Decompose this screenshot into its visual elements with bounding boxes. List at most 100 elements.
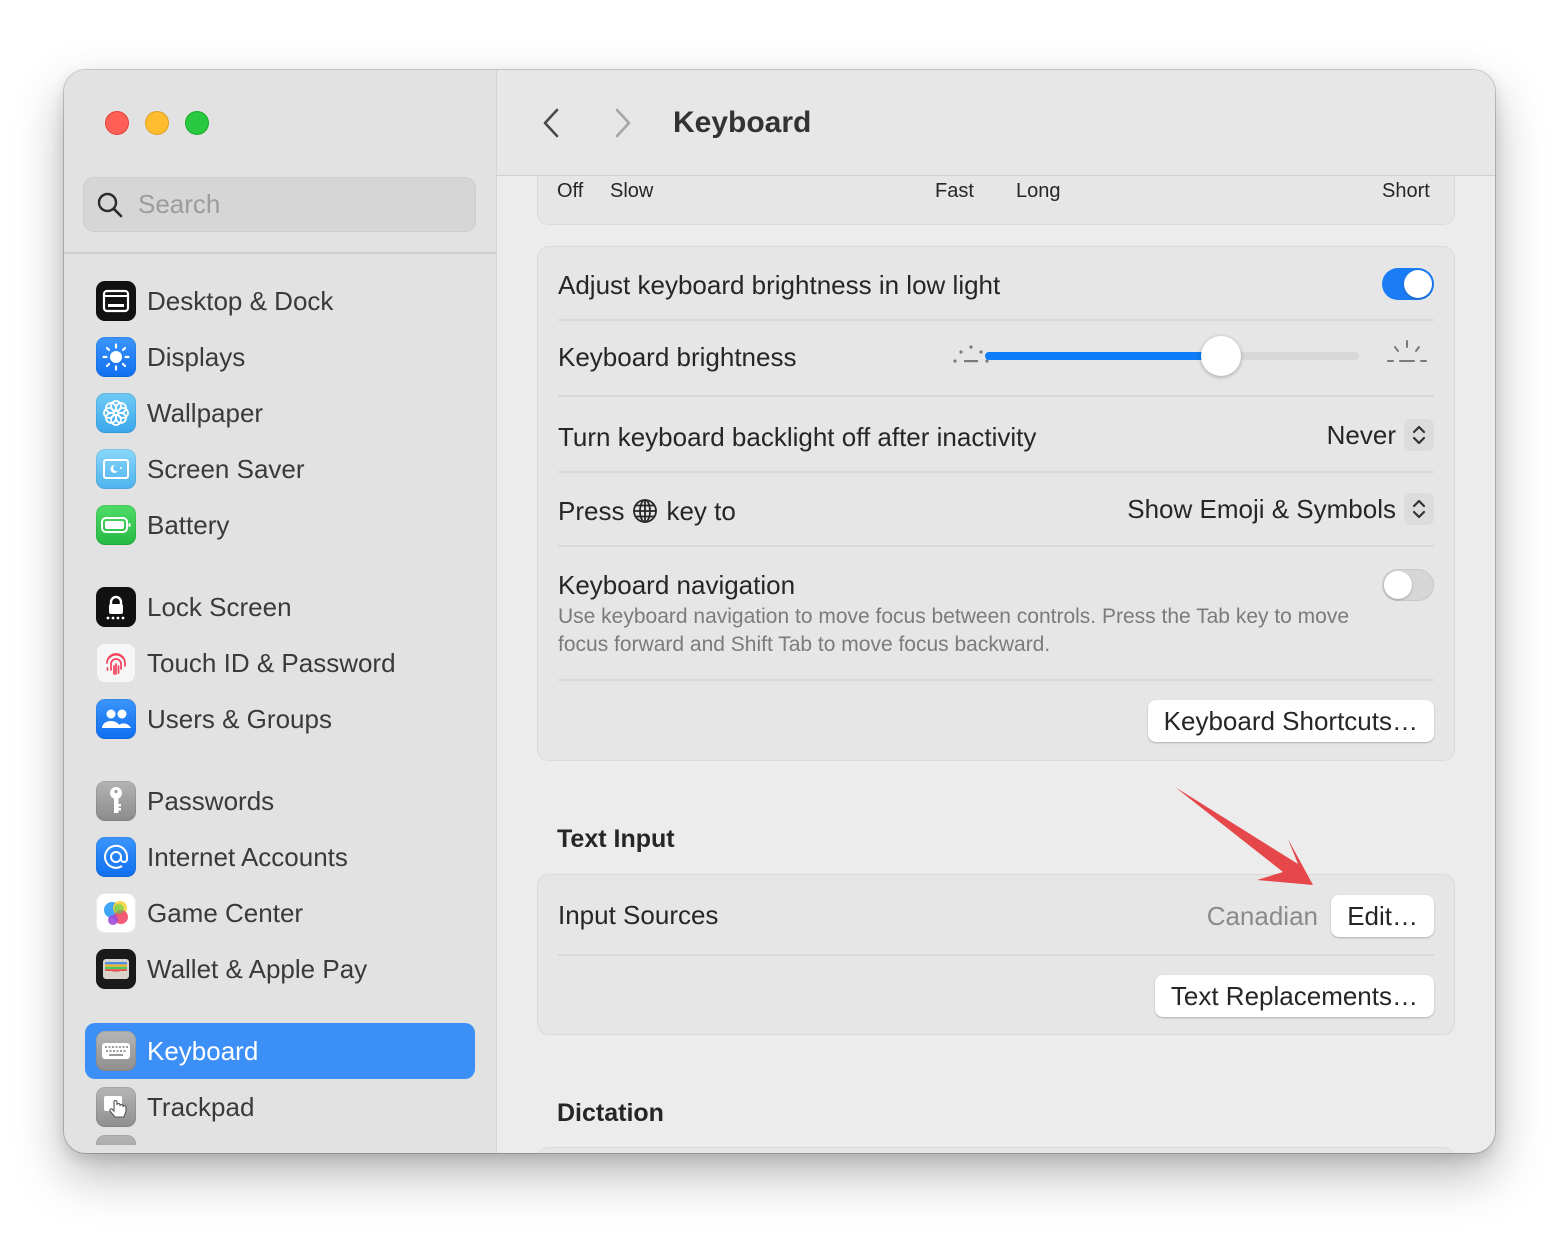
brightness-high-icon bbox=[1387, 340, 1427, 362]
page-title: Keyboard bbox=[673, 105, 812, 139]
brightness-track bbox=[985, 336, 1359, 376]
sidebar-nav: Desktop & Dock Displays Wallpaper Screen… bbox=[85, 273, 475, 1145]
keyboard-navigation-toggle[interactable] bbox=[1382, 569, 1434, 601]
dictation-card bbox=[537, 1147, 1455, 1153]
row-divider bbox=[558, 471, 1434, 473]
sidebar-item-desktop-dock[interactable]: Desktop & Dock bbox=[85, 273, 475, 329]
sidebar-divider bbox=[64, 252, 496, 254]
users-icon bbox=[96, 699, 136, 739]
sidebar-item-label: Internet Accounts bbox=[147, 841, 348, 872]
row-divider bbox=[558, 545, 1434, 547]
globe-key-action-value: Show Emoji & Symbols bbox=[1127, 493, 1396, 524]
sidebar-item-label: Keyboard bbox=[147, 1035, 259, 1066]
system-settings-window: Desktop & Dock Displays Wallpaper Screen… bbox=[64, 70, 1495, 1153]
sidebar-item-label: Passwords bbox=[147, 785, 275, 816]
sidebar-item-passwords[interactable]: Passwords bbox=[85, 773, 475, 829]
sidebar-item-label: Screen Saver bbox=[147, 453, 305, 484]
globe-key-action-popup[interactable]: Show Emoji & Symbols bbox=[1127, 493, 1434, 525]
keyboard-settings-card: Adjust keyboard brightness in low light … bbox=[537, 246, 1455, 761]
input-sources-edit-button[interactable]: Edit… bbox=[1331, 895, 1434, 937]
search-field[interactable] bbox=[83, 177, 476, 232]
dictation-section-title: Dictation bbox=[557, 1099, 664, 1127]
settings-content: Off Slow Fast Long Short Adjust keyboard… bbox=[497, 70, 1495, 1153]
chevron-left-icon bbox=[543, 108, 559, 137]
input-sources-value: Canadian bbox=[1206, 901, 1318, 931]
keyboard-shortcuts-button[interactable]: Keyboard Shortcuts… bbox=[1147, 700, 1434, 742]
desktop-dock-icon bbox=[96, 281, 136, 321]
close-button[interactable] bbox=[105, 111, 129, 135]
game-center-icon bbox=[96, 893, 136, 933]
brightness-fill bbox=[985, 352, 1221, 360]
annotation-arrow-icon bbox=[1175, 787, 1313, 885]
brightness-thumb[interactable] bbox=[1200, 336, 1241, 376]
key-repeat-min-label: Off bbox=[557, 180, 584, 202]
sidebar-item-label: Game Center bbox=[147, 897, 304, 928]
sidebar-item-game-center[interactable]: Game Center bbox=[85, 885, 475, 941]
sidebar-item-internet-accounts[interactable]: Internet Accounts bbox=[85, 829, 475, 885]
minimize-button[interactable] bbox=[145, 111, 169, 135]
wallet-icon bbox=[96, 949, 136, 989]
sidebar-item-screen-saver[interactable]: Screen Saver bbox=[85, 441, 475, 497]
up-down-chevron-icon bbox=[1404, 419, 1434, 451]
text-input-section-title: Text Input bbox=[557, 825, 675, 853]
row-divider bbox=[558, 679, 1434, 681]
lock-icon bbox=[96, 587, 136, 627]
keyboard-navigation-description: Use keyboard navigation to move focus be… bbox=[558, 605, 1350, 656]
forward-button[interactable] bbox=[605, 103, 641, 143]
sidebar-item-label: Displays bbox=[147, 341, 246, 372]
sidebar-item-label: Lock Screen bbox=[147, 591, 292, 622]
backlight-off-value: Never bbox=[1326, 419, 1396, 450]
at-sign-icon bbox=[96, 837, 136, 877]
main-pane: Keyboard Off Slow Fast Long Short Adjust… bbox=[497, 70, 1495, 1153]
sidebar-item-displays[interactable]: Displays bbox=[85, 329, 475, 385]
sidebar-item-label: Desktop & Dock bbox=[147, 285, 334, 316]
sidebar-item-battery[interactable]: Battery bbox=[85, 497, 475, 553]
backlight-off-popup[interactable]: Never bbox=[1327, 419, 1434, 451]
text-input-card: Input Sources Canadian Edit… Text Replac… bbox=[537, 874, 1455, 1035]
sidebar-item-trackpad[interactable]: Trackpad bbox=[85, 1079, 475, 1135]
sidebar-item-wallpaper[interactable]: Wallpaper bbox=[85, 385, 475, 441]
keyboard-icon bbox=[96, 1031, 136, 1071]
key-repeat-slow-label: Slow bbox=[610, 180, 654, 202]
input-sources-label: Input Sources bbox=[558, 899, 719, 930]
battery-icon bbox=[96, 505, 136, 545]
sidebar-item-label: Touch ID & Password bbox=[147, 647, 396, 678]
sidebar-item-keyboard[interactable]: Keyboard bbox=[85, 1023, 475, 1079]
sidebar-item-label: Users & Groups bbox=[147, 703, 332, 734]
search-input[interactable] bbox=[138, 189, 458, 220]
sidebar-item-wallet[interactable]: Wallet & Apple Pay bbox=[85, 941, 475, 997]
window-controls bbox=[105, 111, 209, 135]
key-icon bbox=[96, 781, 136, 821]
zoom-button[interactable] bbox=[185, 111, 209, 135]
row-divider bbox=[558, 954, 1434, 956]
sidebar-item-label: Battery bbox=[147, 509, 230, 540]
toolbar: Keyboard bbox=[497, 70, 1495, 176]
backlight-off-row: Turn keyboard backlight off after inacti… bbox=[558, 417, 1434, 457]
adjust-brightness-toggle[interactable] bbox=[1382, 268, 1434, 300]
repeat-delay-short-label: Short bbox=[1382, 180, 1430, 202]
fingerprint-icon bbox=[96, 643, 136, 683]
sidebar-item-label: Wallet & Apple Pay bbox=[147, 953, 368, 984]
text-replacements-button[interactable]: Text Replacements… bbox=[1154, 975, 1434, 1017]
partial-icon bbox=[96, 1135, 136, 1145]
sidebar-item-partial bbox=[85, 1135, 475, 1145]
sidebar-item-touch-id[interactable]: Touch ID & Password bbox=[85, 635, 475, 691]
row-divider bbox=[558, 395, 1434, 397]
keyboard-brightness-label: Keyboard brightness bbox=[558, 341, 797, 372]
sidebar-item-lock-screen[interactable]: Lock Screen bbox=[85, 579, 475, 635]
flower-icon bbox=[96, 393, 136, 433]
sidebar: Desktop & Dock Displays Wallpaper Screen… bbox=[64, 70, 497, 1153]
press-key-label-prefix: Press bbox=[558, 495, 625, 526]
globe-icon bbox=[633, 499, 658, 523]
sidebar-item-label: Wallpaper bbox=[147, 397, 264, 428]
chevron-right-icon bbox=[615, 108, 631, 137]
sun-icon bbox=[96, 337, 136, 377]
sidebar-item-users-groups[interactable]: Users & Groups bbox=[85, 691, 475, 747]
keyboard-brightness-slider[interactable] bbox=[933, 336, 1433, 376]
sidebar-item-label: Trackpad bbox=[147, 1091, 255, 1122]
row-divider bbox=[558, 319, 1434, 321]
up-down-chevron-icon bbox=[1404, 493, 1434, 525]
back-button[interactable] bbox=[533, 103, 569, 143]
adjust-brightness-row: Adjust keyboard brightness in low light bbox=[558, 265, 1434, 305]
backlight-off-label: Turn keyboard backlight off after inacti… bbox=[558, 421, 1037, 452]
